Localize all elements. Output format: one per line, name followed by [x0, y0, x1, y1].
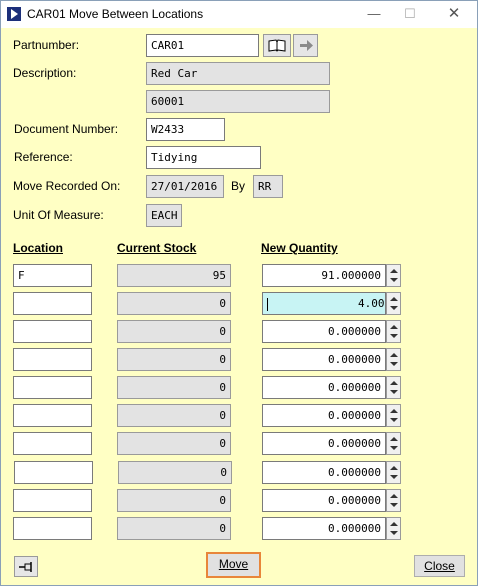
new-quantity-cell[interactable]: 91.000000 [262, 264, 386, 287]
spin-down-icon[interactable] [390, 306, 398, 310]
minimize-button[interactable]: — [359, 4, 389, 24]
quantity-spinner[interactable] [386, 264, 401, 287]
description-field: Red Car [146, 62, 330, 85]
spin-down-icon[interactable] [390, 475, 398, 479]
reference-field[interactable]: Tidying [146, 146, 261, 169]
new-quantity-cell[interactable]: 0.000000 [262, 517, 386, 540]
new-quantity-header: New Quantity [261, 241, 338, 255]
quantity-spinner[interactable] [386, 320, 401, 343]
location-cell[interactable] [13, 489, 92, 512]
location-cell[interactable] [13, 320, 92, 343]
book-icon[interactable] [263, 34, 291, 57]
new-quantity-cell[interactable]: 0.000000 [262, 376, 386, 399]
quantity-spinner[interactable] [386, 292, 401, 315]
spin-up-icon[interactable] [390, 522, 398, 526]
partnumber-label: Partnumber: [13, 38, 80, 52]
spin-down-icon[interactable] [390, 503, 398, 507]
location-cell[interactable] [13, 432, 92, 455]
new-quantity-cell[interactable]: 0.000000 [262, 432, 386, 455]
current-stock-cell: 0 [117, 404, 231, 427]
new-quantity-cell[interactable]: 0.000000 [262, 489, 386, 512]
maximize-button[interactable]: ☐ [395, 4, 425, 24]
reference-label: Reference: [14, 150, 73, 164]
document-number-label: Document Number: [14, 122, 119, 136]
location-header: Location [13, 241, 63, 255]
new-quantity-cell[interactable]: 0.000000 [262, 348, 386, 371]
current-stock-cell: 0 [117, 517, 231, 540]
new-quantity-value: 4.000000 [358, 297, 385, 310]
spin-down-icon[interactable] [390, 362, 398, 366]
new-quantity-cell[interactable]: 0.000000 [262, 404, 386, 427]
quantity-spinner[interactable] [386, 517, 401, 540]
move-recorded-date: 27/01/2016 [146, 175, 224, 198]
current-stock-cell: 0 [117, 489, 231, 512]
location-cell[interactable] [14, 461, 93, 484]
current-stock-cell: 0 [117, 320, 231, 343]
quantity-spinner[interactable] [386, 461, 401, 484]
current-stock-cell: 0 [117, 376, 231, 399]
uom-field: EACH [146, 204, 182, 227]
location-cell[interactable] [13, 404, 92, 427]
spin-up-icon[interactable] [390, 297, 398, 301]
move-between-locations-window: CAR01 Move Between Locations — ☐ ✕ Partn… [0, 0, 478, 586]
description-field-2: 60001 [146, 90, 330, 113]
spin-down-icon[interactable] [390, 446, 398, 450]
close-button[interactable]: Close [414, 555, 465, 577]
current-stock-cell: 95 [117, 264, 231, 287]
location-cell[interactable] [13, 517, 92, 540]
spin-down-icon[interactable] [390, 334, 398, 338]
arrow-right-icon[interactable] [293, 34, 318, 57]
new-quantity-cell[interactable]: 0.000000 [262, 461, 386, 484]
window-title: CAR01 Move Between Locations [27, 7, 204, 21]
app-icon [7, 7, 21, 21]
quantity-spinner[interactable] [386, 404, 401, 427]
close-window-button[interactable]: ✕ [439, 4, 469, 24]
current-stock-cell: 0 [117, 292, 231, 315]
new-quantity-cell[interactable]: 0.000000 [262, 320, 386, 343]
spin-up-icon[interactable] [390, 466, 398, 470]
pin-icon[interactable] [14, 556, 38, 577]
current-stock-cell: 0 [117, 348, 231, 371]
move-button[interactable]: Move [206, 552, 261, 578]
spin-up-icon[interactable] [390, 437, 398, 441]
spin-up-icon[interactable] [390, 353, 398, 357]
spin-down-icon[interactable] [390, 278, 398, 282]
quantity-spinner[interactable] [386, 348, 401, 371]
quantity-spinner[interactable] [386, 432, 401, 455]
location-cell[interactable]: F [13, 264, 92, 287]
move-recorded-label: Move Recorded On: [13, 179, 121, 193]
quantity-spinner[interactable] [386, 489, 401, 512]
document-number-field[interactable]: W2433 [146, 118, 225, 141]
spin-up-icon[interactable] [390, 494, 398, 498]
by-label: By [231, 179, 246, 193]
location-cell[interactable] [13, 292, 92, 315]
title-bar: CAR01 Move Between Locations — ☐ ✕ [1, 1, 477, 28]
current-stock-header: Current Stock [117, 241, 197, 255]
new-quantity-cell[interactable]: 4.000000 [262, 292, 386, 315]
text-cursor [267, 297, 268, 311]
spin-down-icon[interactable] [390, 418, 398, 422]
spin-up-icon[interactable] [390, 325, 398, 329]
location-cell[interactable] [13, 376, 92, 399]
partnumber-field[interactable]: CAR01 [146, 34, 259, 57]
quantity-spinner[interactable] [386, 376, 401, 399]
location-cell[interactable] [13, 348, 92, 371]
spin-down-icon[interactable] [390, 531, 398, 535]
spin-down-icon[interactable] [390, 390, 398, 394]
spin-up-icon[interactable] [390, 381, 398, 385]
current-stock-cell: 0 [118, 461, 232, 484]
recorded-by-field: RR [253, 175, 283, 198]
uom-label: Unit Of Measure: [13, 208, 104, 222]
spin-up-icon[interactable] [390, 409, 398, 413]
spin-up-icon[interactable] [390, 269, 398, 273]
current-stock-cell: 0 [117, 432, 231, 455]
description-label: Description: [13, 66, 77, 80]
